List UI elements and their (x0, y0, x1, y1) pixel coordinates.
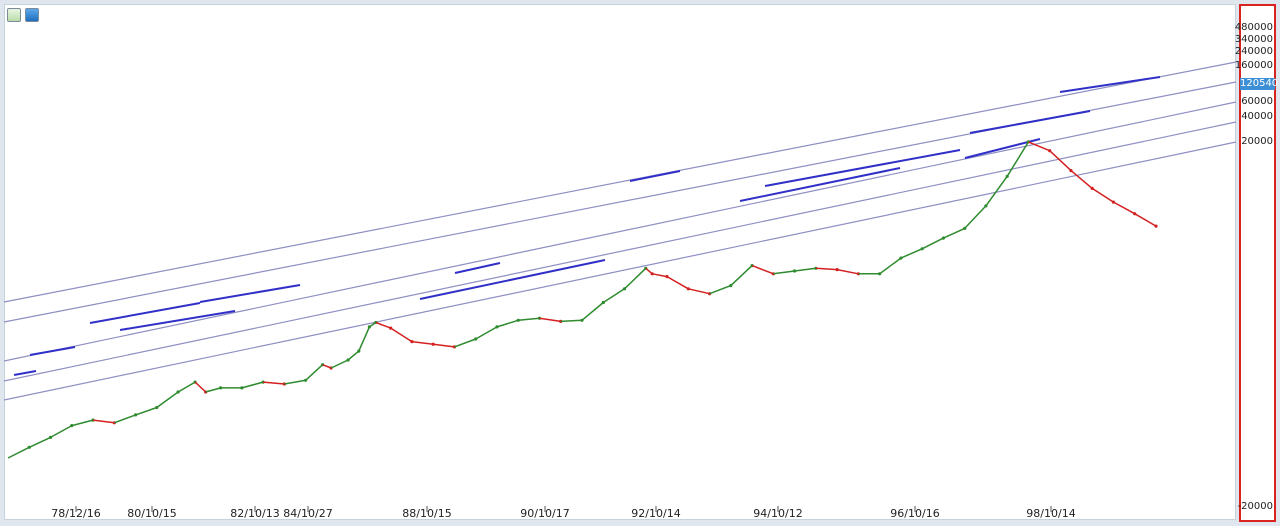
price-segment (177, 381, 196, 393)
x-tick-label: 84/10/27 (283, 507, 332, 520)
x-tick-label: 94/10/12 (753, 507, 802, 520)
price-segment (433, 343, 455, 348)
price-segment (454, 338, 476, 348)
y-tick-label: -20000 (1238, 501, 1273, 512)
price-segment (751, 264, 774, 275)
current-price-badge: 120540 (1240, 78, 1279, 90)
price-segment (1091, 187, 1114, 203)
trend-segment (739, 167, 901, 202)
price-segment (964, 205, 987, 229)
y-tick-label: 20000 (1241, 136, 1273, 147)
price-segment (263, 381, 285, 385)
price-segment (730, 265, 753, 287)
x-tick-label: 96/10/16 (890, 507, 939, 520)
price-segment (666, 275, 689, 290)
price-segment (241, 381, 264, 389)
x-tick-label: 92/10/14 (631, 507, 680, 520)
price-series (7, 140, 1158, 459)
price-segment (815, 267, 838, 271)
price-segment (943, 227, 966, 239)
price-segment (836, 268, 859, 275)
price-segment (900, 248, 923, 259)
trend-segment (29, 346, 76, 356)
trend-segment (969, 110, 1091, 134)
price-segment (7, 446, 30, 459)
price-segment (623, 267, 647, 290)
price-segment (539, 317, 561, 323)
price-segment (358, 326, 371, 352)
price-segment (347, 350, 360, 361)
y-axis-ticks: 480000340000240000 160000 60000 40000 20000 -… (1235, 22, 1273, 512)
price-segment (114, 414, 136, 424)
price-segment (330, 359, 349, 369)
price-segment (50, 424, 73, 439)
y-tick-label: 340000 (1235, 34, 1273, 45)
y-tick-label: 60000 (1241, 96, 1273, 107)
y-tick-label: 40000 (1241, 111, 1273, 122)
channel-line (3, 121, 1237, 382)
channel-line (3, 101, 1237, 362)
price-segment (375, 321, 391, 329)
price-segment (518, 317, 540, 322)
price-segment (1113, 201, 1136, 215)
y-tick-label: 160000 (1235, 60, 1273, 71)
x-tick-label: 90/10/17 (520, 507, 569, 520)
price-segment (411, 340, 434, 345)
price-segment (71, 419, 94, 427)
price-segment (156, 391, 179, 409)
price-segment (1134, 213, 1157, 227)
x-tick-label: 98/10/14 (1026, 507, 1075, 520)
price-segment (496, 319, 519, 328)
x-tick-label: 78/12/16 (51, 507, 100, 520)
channel-line (3, 141, 1237, 401)
x-tick-label: 80/10/15 (127, 507, 176, 520)
trend-segment (199, 284, 301, 303)
price-segment (390, 327, 413, 343)
y-tick-label: 480000 (1235, 22, 1273, 33)
price-segment (921, 237, 944, 250)
price-segment (879, 257, 902, 275)
price-segment (92, 419, 115, 424)
price-segment (205, 387, 221, 393)
price-segment (688, 288, 710, 295)
price-segment (581, 301, 604, 321)
price-segment (305, 364, 324, 381)
price-segment (475, 326, 498, 340)
price-segment (194, 381, 207, 393)
channel-lines (3, 61, 1237, 401)
price-segment (773, 270, 795, 275)
price-segment (794, 267, 816, 272)
price-segment (135, 406, 158, 416)
price-segment (709, 284, 732, 295)
price-segment (652, 273, 668, 278)
y-tick-label: 240000 (1235, 46, 1273, 57)
price-segment (602, 288, 625, 304)
x-tick-label: 88/10/15 (402, 507, 451, 520)
price-segment (560, 319, 583, 323)
x-axis-ticks: 78/12/16 80/10/15 82/10/13 84/10/27 88/10/15… (51, 506, 1076, 520)
channel-line (3, 61, 1237, 303)
trend-segment (1059, 76, 1161, 93)
trend-segments (13, 76, 1161, 376)
price-segment (28, 436, 51, 448)
x-tick-label: 82/10/13 (230, 507, 279, 520)
price-segment (284, 379, 306, 385)
trend-segment (629, 170, 681, 182)
price-point (1154, 224, 1158, 228)
chart-svg: 78/12/16 80/10/15 82/10/13 84/10/27 88/10/15… (3, 22, 1273, 520)
